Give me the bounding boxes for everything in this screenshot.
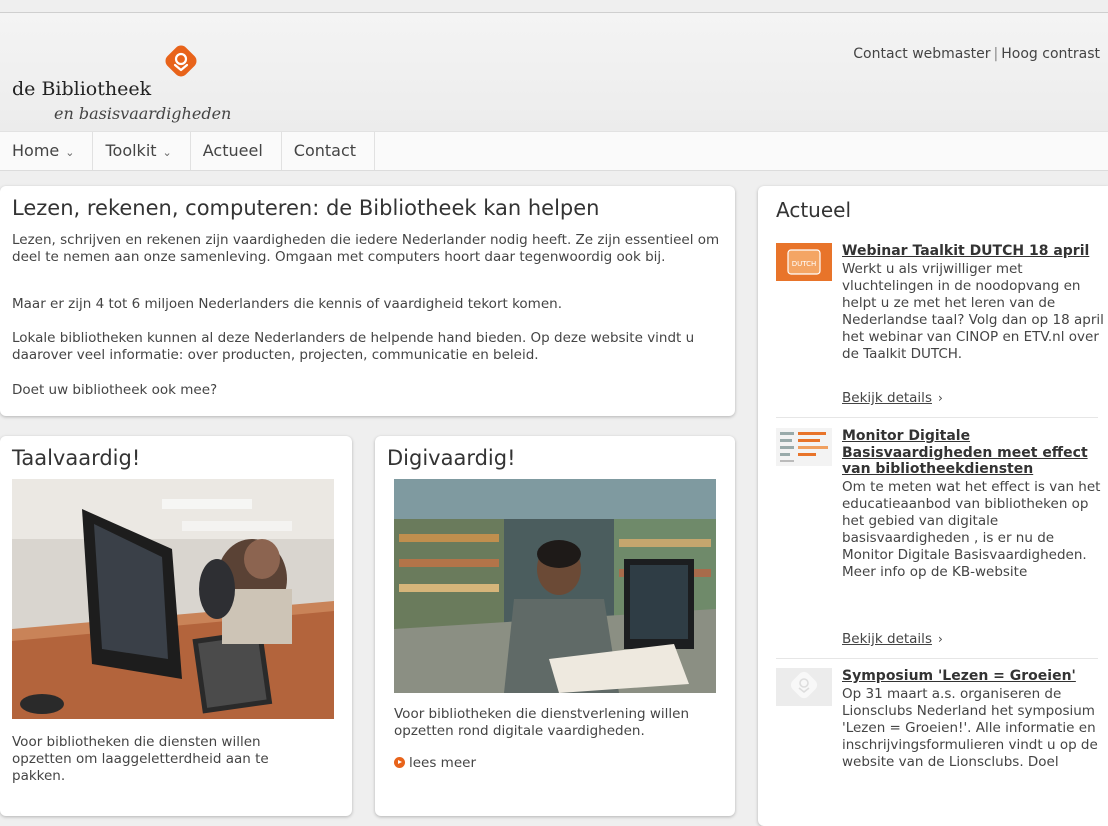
thumb-label: DUTCH bbox=[792, 260, 817, 268]
lees-meer-label: lees meer bbox=[409, 755, 476, 771]
monitor-report-thumbnail[interactable] bbox=[776, 428, 832, 466]
intro-title: Lezen, rekenen, computeren: de Bibliothe… bbox=[12, 196, 600, 220]
placeholder-logo-thumbnail[interactable] bbox=[776, 668, 832, 706]
site-header: de Bibliotheek en basisvaardigheden Cont… bbox=[0, 13, 1108, 131]
nav-item-toolkit[interactable]: Toolkit ⌄ bbox=[93, 132, 191, 170]
chevron-down-icon: ⌄ bbox=[65, 146, 75, 159]
tile-description: Voor bibliotheken die diensten willen op… bbox=[12, 734, 269, 784]
lees-meer-link[interactable]: lees meer bbox=[394, 755, 476, 771]
student-library-photo[interactable] bbox=[394, 479, 716, 693]
actueel-sidebar: Actueel DUTCH Webinar Taalkit DUTCH 18 a… bbox=[758, 186, 1108, 826]
news-body: Om te meten wat het effect is van het ed… bbox=[842, 479, 1101, 580]
arrow-bullet-icon bbox=[394, 757, 405, 768]
digivaardig-card[interactable]: Digivaardig! Voor bibliotheken die diens… bbox=[375, 436, 735, 816]
news-title-link[interactable]: Symposium 'Lezen = Groeien' bbox=[842, 668, 1102, 685]
nav-item-actueel[interactable]: Actueel bbox=[191, 132, 282, 170]
news-title-link[interactable]: Webinar Taalkit DUTCH 18 april bbox=[842, 243, 1102, 260]
nav-item-label: Actueel bbox=[202, 141, 263, 160]
intro-card: Lezen, rekenen, computeren: de Bibliothe… bbox=[0, 186, 735, 416]
classroom-photo[interactable] bbox=[12, 479, 334, 719]
chevron-right-icon: › bbox=[937, 391, 943, 405]
tile-description: Voor bibliotheken die dienstverlening wi… bbox=[394, 706, 690, 739]
bibliotheek-logo-icon bbox=[165, 45, 197, 77]
taalvaardig-card[interactable]: Taalvaardig! Voor bibliotheken die diens… bbox=[0, 436, 352, 816]
nav-item-label: Toolkit bbox=[105, 141, 157, 160]
intro-paragraph: Lokale bibliotheken kunnen al deze Neder… bbox=[12, 330, 695, 363]
actueel-title: Actueel bbox=[776, 198, 852, 222]
logo-subtitle: en basisvaardigheden bbox=[54, 104, 232, 123]
details-label: Bekijk details bbox=[842, 631, 932, 647]
intro-paragraph[interactable]: Doet uw bibliotheek ook mee? bbox=[12, 382, 722, 399]
divider bbox=[776, 417, 1098, 418]
nav-item-contact[interactable]: Contact bbox=[282, 132, 376, 170]
intro-paragraph: Maar er zijn 4 tot 6 miljoen Nederlander… bbox=[12, 296, 562, 312]
nav-item-home[interactable]: Home ⌄ bbox=[0, 132, 94, 170]
utility-links: Contact webmaster | Hoog contrast bbox=[853, 46, 1100, 62]
link-separator: | bbox=[993, 46, 999, 62]
bekijk-details-link[interactable]: Bekijk details › bbox=[842, 390, 943, 406]
logo-title: de Bibliotheek bbox=[12, 78, 152, 100]
site-logo[interactable]: de Bibliotheek en basisvaardigheden bbox=[12, 40, 252, 140]
contact-webmaster-link[interactable]: Contact webmaster bbox=[853, 46, 990, 62]
nav-item-label: Home bbox=[12, 141, 60, 160]
divider bbox=[776, 658, 1098, 659]
tile-title: Taalvaardig! bbox=[12, 446, 141, 470]
nav-item-label: Contact bbox=[293, 141, 357, 160]
high-contrast-link[interactable]: Hoog contrast bbox=[1001, 46, 1100, 62]
details-label: Bekijk details bbox=[842, 390, 932, 406]
news-body: Werkt u als vrijwilliger met vluchteling… bbox=[842, 261, 1104, 362]
tile-title: Digivaardig! bbox=[387, 446, 516, 470]
news-title-link[interactable]: Monitor Digitale Basisvaardigheden meet … bbox=[842, 428, 1102, 478]
chevron-right-icon: › bbox=[937, 632, 943, 646]
taalkit-dutch-thumbnail[interactable]: DUTCH bbox=[776, 243, 832, 281]
chevron-down-icon: ⌄ bbox=[162, 146, 172, 159]
main-nav: Home ⌄ Toolkit ⌄ Actueel Contact bbox=[0, 131, 1108, 171]
news-body: Op 31 maart a.s. organiseren de Lionsclu… bbox=[842, 686, 1098, 770]
bekijk-details-link[interactable]: Bekijk details › bbox=[842, 631, 943, 647]
intro-paragraph: Lezen, schrijven en rekenen zijn vaardig… bbox=[12, 232, 720, 265]
